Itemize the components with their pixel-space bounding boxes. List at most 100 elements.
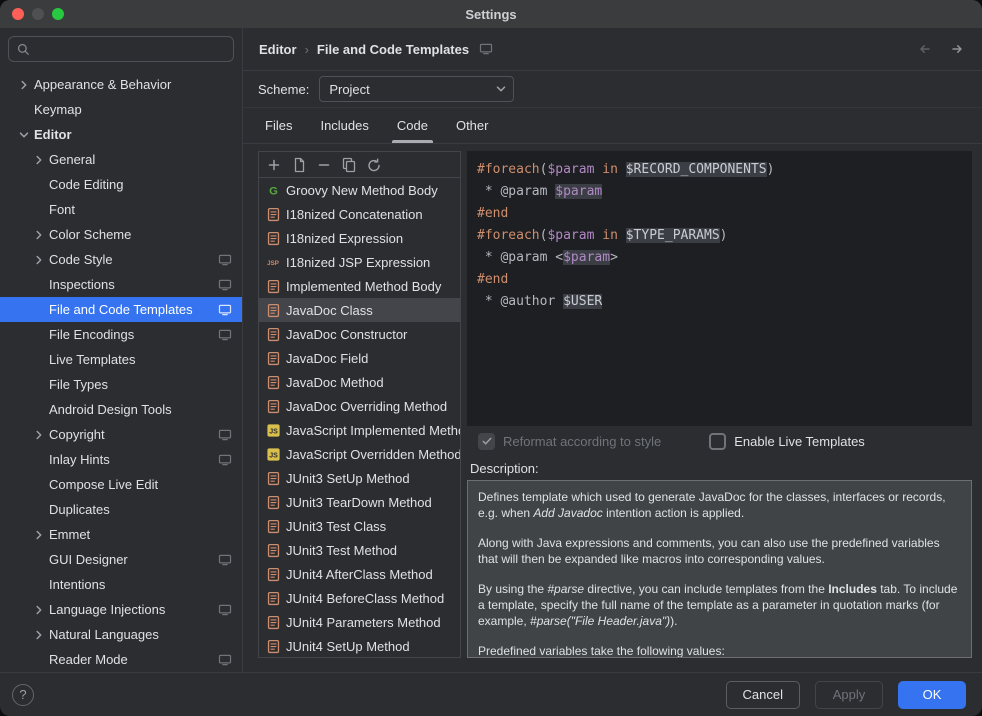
template-list-item[interactable]: JSJavaScript Implemented Method Body [259, 418, 460, 442]
template-name: Implemented Method Body [286, 279, 441, 294]
sidebar-item-keymap[interactable]: Keymap [0, 97, 242, 122]
template-list-item[interactable]: I18nized Concatenation [259, 202, 460, 226]
close-window-button[interactable] [12, 8, 24, 20]
template-list-item[interactable]: JavaDoc Field [259, 346, 460, 370]
breadcrumb: Editor › File and Code Templates [243, 28, 982, 71]
zoom-window-button[interactable] [52, 8, 64, 20]
sidebar-item-duplicates[interactable]: Duplicates [0, 497, 242, 522]
cancel-button[interactable]: Cancel [726, 681, 800, 709]
sidebar-item-file-types[interactable]: File Types [0, 372, 242, 397]
remove-template-button[interactable] [314, 155, 334, 175]
chevron-right-icon[interactable] [31, 227, 47, 243]
sidebar-item-code-style[interactable]: Code Style [0, 247, 242, 272]
create-child-template-button[interactable] [289, 155, 309, 175]
tree-indent [31, 552, 47, 568]
sidebar-item-label: Editor [34, 127, 72, 142]
enable-live-templates-checkbox[interactable]: Enable Live Templates [709, 433, 865, 450]
template-list-item[interactable]: JUnit4 Parameters Method [259, 610, 460, 634]
chevron-down-icon[interactable] [16, 127, 32, 143]
sidebar-item-natural-languages[interactable]: Natural Languages [0, 622, 242, 647]
chevron-right-icon[interactable] [16, 77, 32, 93]
tab-files[interactable]: Files [251, 108, 306, 143]
chevron-right-icon[interactable] [31, 627, 47, 643]
chevron-right-icon[interactable] [31, 427, 47, 443]
template-list-item[interactable]: JavaDoc Constructor [259, 322, 460, 346]
template-icon [265, 399, 281, 414]
template-tabs: FilesIncludesCodeOther [243, 108, 982, 144]
sidebar-item-code-editing[interactable]: Code Editing [0, 172, 242, 197]
jsp-icon: JSP [265, 254, 281, 270]
sidebar-item-general[interactable]: General [0, 147, 242, 172]
add-template-button[interactable] [264, 155, 284, 175]
scheme-select[interactable]: Project [319, 76, 514, 102]
sidebar-item-live-templates[interactable]: Live Templates [0, 347, 242, 372]
checkbox-label: Enable Live Templates [734, 434, 865, 449]
tree-indent [31, 652, 47, 668]
duplicate-template-button[interactable] [339, 155, 359, 175]
sidebar-item-compose-live-edit[interactable]: Compose Live Edit [0, 472, 242, 497]
sidebar-item-gui-designer[interactable]: GUI Designer [0, 547, 242, 572]
template-list-item[interactable]: JSJavaScript Overridden Method Body [259, 442, 460, 466]
template-list-item[interactable]: JUnit4 SetUp Method [259, 634, 460, 657]
chevron-right-icon[interactable] [31, 602, 47, 618]
back-arrow-icon[interactable] [916, 41, 933, 57]
sidebar-item-language-injections[interactable]: Language Injections [0, 597, 242, 622]
code-line: #foreach($param in $TYPE_PARAMS) [477, 225, 962, 247]
sidebar-item-font[interactable]: Font [0, 197, 242, 222]
template-list-item[interactable]: JavaDoc Method [259, 370, 460, 394]
help-button[interactable]: ? [12, 684, 34, 706]
template-code-editor[interactable]: #foreach($param in $RECORD_COMPONENTS) *… [467, 151, 972, 426]
sidebar-item-label: Natural Languages [49, 627, 159, 642]
template-list-item[interactable]: JSPI18nized JSP Expression [259, 250, 460, 274]
monitor-icon [218, 278, 232, 292]
template-list-item[interactable]: JUnit3 Test Class [259, 514, 460, 538]
sidebar-item-copyright[interactable]: Copyright [0, 422, 242, 447]
template-list-item[interactable]: I18nized Expression [259, 226, 460, 250]
template-icon [265, 543, 281, 558]
sidebar-item-appearance-behavior[interactable]: Appearance & Behavior [0, 72, 242, 97]
forward-arrow-icon[interactable] [949, 41, 966, 57]
tab-other[interactable]: Other [442, 108, 503, 143]
svg-text:G: G [269, 185, 278, 197]
monitor-icon [218, 303, 232, 317]
template-list-item[interactable]: JavaDoc Overriding Method [259, 394, 460, 418]
svg-text:JS: JS [269, 452, 278, 459]
tab-includes[interactable]: Includes [306, 108, 382, 143]
breadcrumb-file-and-code-templates: File and Code Templates [317, 42, 469, 57]
settings-search[interactable] [8, 36, 234, 62]
ok-button[interactable]: OK [898, 681, 966, 709]
template-list-item[interactable]: JUnit4 BeforeClass Method [259, 586, 460, 610]
breadcrumb-editor[interactable]: Editor [259, 42, 297, 57]
sidebar-item-color-scheme[interactable]: Color Scheme [0, 222, 242, 247]
search-input[interactable] [36, 42, 226, 57]
checkbox-label: Reformat according to style [503, 434, 661, 449]
sidebar-item-reader-mode[interactable]: Reader Mode [0, 647, 242, 672]
checkbox-unchecked-icon[interactable] [709, 433, 726, 450]
chevron-right-icon[interactable] [31, 527, 47, 543]
description-box[interactable]: Defines template which used to generate … [467, 480, 972, 658]
sidebar-item-intentions[interactable]: Intentions [0, 572, 242, 597]
template-list-item[interactable]: JUnit3 Test Method [259, 538, 460, 562]
reset-template-button[interactable] [364, 155, 384, 175]
template-list-item[interactable]: Implemented Method Body [259, 274, 460, 298]
tree-indent [31, 352, 47, 368]
template-list-item[interactable]: JavaDoc Class [259, 298, 460, 322]
template-icon [265, 351, 281, 366]
template-list-item[interactable]: JUnit3 SetUp Method [259, 466, 460, 490]
sidebar-item-label: Reader Mode [49, 652, 128, 667]
template-list-item[interactable]: JUnit3 TearDown Method [259, 490, 460, 514]
sidebar-item-file-encodings[interactable]: File Encodings [0, 322, 242, 347]
sidebar-item-editor[interactable]: Editor [0, 122, 242, 147]
sidebar-item-emmet[interactable]: Emmet [0, 522, 242, 547]
chevron-right-icon[interactable] [31, 152, 47, 168]
sidebar-item-inlay-hints[interactable]: Inlay Hints [0, 447, 242, 472]
sidebar-item-android-design-tools[interactable]: Android Design Tools [0, 397, 242, 422]
sidebar-item-label: Duplicates [49, 502, 110, 517]
chevron-right-icon[interactable] [31, 252, 47, 268]
sidebar-item-inspections[interactable]: Inspections [0, 272, 242, 297]
template-list-item[interactable]: JUnit4 AfterClass Method [259, 562, 460, 586]
sidebar-item-file-and-code-templates[interactable]: File and Code Templates [0, 297, 242, 322]
template-list-item[interactable]: GGroovy New Method Body [259, 178, 460, 202]
tab-code[interactable]: Code [383, 108, 442, 143]
code-line: * @author $USER [477, 291, 962, 313]
